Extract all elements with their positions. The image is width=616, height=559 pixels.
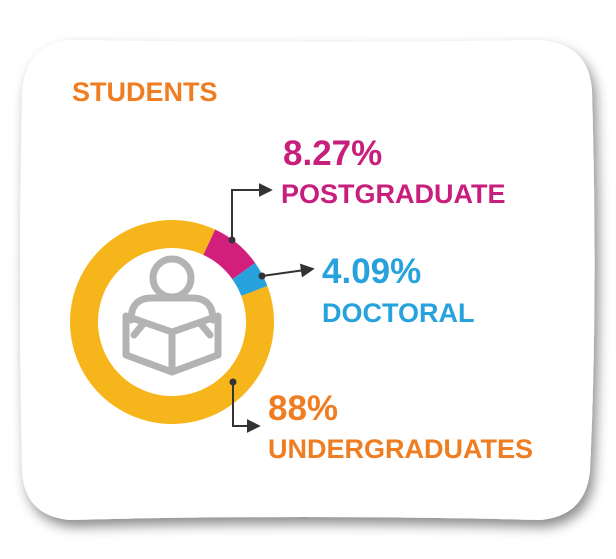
doctoral-category-label: DOCTORAL [322, 298, 475, 328]
chart-title: STUDENTS [72, 77, 218, 107]
undergraduates-connector-dot [229, 378, 237, 386]
doctoral-value-label: 4.09% [322, 252, 421, 291]
undergraduates-category-label: UNDERGRADUATES [268, 434, 533, 464]
postgraduate-value-label: 8.27% [283, 134, 382, 173]
undergraduates-value-label: 88% [268, 389, 338, 428]
doctoral-connector-dot [258, 272, 266, 280]
postgraduate-connector-dot [228, 236, 236, 244]
postgraduate-category-label: POSTGRADUATE [281, 179, 506, 209]
students-infographic: STUDENTS 8.27% POSTGRADUATE 4.09% DOCTOR… [20, 40, 595, 520]
